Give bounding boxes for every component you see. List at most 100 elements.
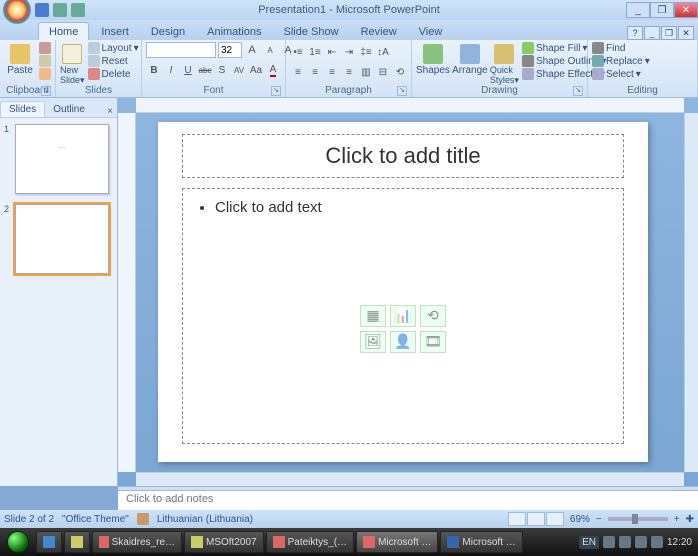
font-size-combo[interactable]: 32 [218,42,242,58]
tab-review[interactable]: Review [351,23,407,40]
vertical-scrollbar[interactable] [684,113,698,472]
shapes-button[interactable]: Shapes [416,42,450,76]
paragraph-launcher[interactable]: ↘ [397,86,407,96]
tab-design[interactable]: Design [141,23,195,40]
increase-indent-button[interactable]: ⇥ [341,44,357,60]
save-icon[interactable] [35,3,49,17]
horizontal-ruler[interactable] [136,98,684,113]
align-text-button[interactable]: ⊟ [375,64,391,80]
line-spacing-button[interactable]: ‡≡ [358,44,374,60]
tab-animations[interactable]: Animations [197,23,271,40]
spellcheck-icon[interactable] [137,513,149,525]
insert-clipart-icon[interactable]: 👤 [390,331,416,353]
taskbar-item[interactable]: Microsoft … [356,531,438,553]
strikethrough-button[interactable]: abc [197,62,213,78]
quick-styles-button[interactable]: QuickStyles▾ [490,42,519,85]
paste-button[interactable]: Paste [4,42,36,76]
grow-font-button[interactable]: A [244,42,260,58]
font-name-combo[interactable] [146,42,216,58]
tab-view[interactable]: View [409,23,453,40]
tab-slideshow[interactable]: Slide Show [274,23,349,40]
undo-icon[interactable] [53,3,67,17]
text-direction-button[interactable]: ↕A [375,44,391,60]
volume-icon[interactable] [651,536,663,548]
network-icon[interactable] [635,536,647,548]
zoom-out-button[interactable]: − [596,514,602,525]
align-left-button[interactable]: ≡ [290,64,306,80]
replace-button[interactable]: Replace▾ [592,55,650,67]
doc-restore-button[interactable]: ❐ [661,26,677,40]
redo-icon[interactable] [71,3,85,17]
font-launcher[interactable]: ↘ [271,86,281,96]
thumb-slide[interactable]: ···· [15,124,109,194]
decrease-indent-button[interactable]: ⇤ [324,44,340,60]
tray-icon[interactable] [619,536,631,548]
close-button[interactable]: ✕ [674,2,698,18]
fit-to-window-button[interactable]: ✚ [686,514,694,525]
change-case-button[interactable]: Aa [248,62,264,78]
format-painter-button[interactable] [39,68,51,80]
taskbar-item[interactable]: Skaidres_re… [92,531,182,553]
arrange-button[interactable]: Arrange [453,42,487,76]
insert-smartart-icon[interactable]: ⟲ [420,305,446,327]
doc-close-button[interactable]: ✕ [678,26,694,40]
copy-button[interactable] [39,55,51,67]
taskbar-item[interactable]: Pateiktys_(… [266,531,354,553]
thumbnail-1[interactable]: 1 ···· [4,124,113,194]
help-button[interactable]: ? [627,26,643,40]
font-color-button[interactable]: A [265,62,281,78]
select-button[interactable]: Select▾ [592,68,650,80]
zoom-level[interactable]: 69% [570,514,590,525]
minimize-button[interactable]: _ [626,2,650,18]
slide-canvas[interactable]: Click to add title Click to add text ▦ 📊… [158,122,648,462]
insert-table-icon[interactable]: ▦ [360,305,386,327]
zoom-in-button[interactable]: + [674,514,680,525]
underline-button[interactable]: U [180,62,196,78]
content-placeholder[interactable]: Click to add text ▦ 📊 ⟲ 🖼 👤 🎞 [182,188,624,444]
drawing-launcher[interactable]: ↘ [573,86,583,96]
thumbnail-2[interactable]: 2 [4,204,113,274]
title-placeholder[interactable]: Click to add title [182,134,624,178]
thumb-slide[interactable] [15,204,109,274]
language-indicator[interactable]: EN [579,536,599,549]
panel-close-button[interactable]: × [103,106,117,117]
justify-button[interactable]: ≡ [341,64,357,80]
insert-media-icon[interactable]: 🎞 [420,331,446,353]
clock[interactable]: 12:20 [667,537,692,548]
layout-button[interactable]: Layout▾ [88,42,139,54]
zoom-slider[interactable] [608,517,668,521]
italic-button[interactable]: I [163,62,179,78]
new-slide-button[interactable]: NewSlide▾ [60,42,85,85]
align-right-button[interactable]: ≡ [324,64,340,80]
insert-picture-icon[interactable]: 🖼 [360,331,386,353]
panel-tab-slides[interactable]: Slides [0,101,45,117]
maximize-button[interactable]: ❐ [650,2,674,18]
char-spacing-button[interactable]: AV [231,62,247,78]
shrink-font-button[interactable]: A [262,42,278,58]
delete-button[interactable]: Delete [88,68,139,80]
bold-button[interactable]: B [146,62,162,78]
insert-chart-icon[interactable]: 📊 [390,305,416,327]
cut-button[interactable] [39,42,51,54]
bullets-button[interactable]: •≡ [290,44,306,60]
quick-launch[interactable] [36,531,62,553]
shadow-button[interactable]: S [214,62,230,78]
tray-icon[interactable] [603,536,615,548]
taskbar-item[interactable]: MSOft2007 [184,531,264,553]
doc-minimize-button[interactable]: _ [644,26,660,40]
panel-tab-outline[interactable]: Outline [45,102,93,117]
start-button[interactable] [2,528,34,556]
find-button[interactable]: Find [592,42,650,54]
smartart-button[interactable]: ⟲ [392,64,408,80]
reset-button[interactable]: Reset [88,55,139,67]
taskbar-item[interactable]: Microsoft … [440,531,522,553]
horizontal-scrollbar[interactable] [136,472,684,486]
vertical-ruler[interactable] [118,113,136,472]
clipboard-launcher[interactable]: ↘ [41,86,51,96]
columns-button[interactable]: ▥ [358,64,374,80]
tab-insert[interactable]: Insert [91,23,139,40]
align-center-button[interactable]: ≡ [307,64,323,80]
status-language[interactable]: Lithuanian (Lithuania) [157,514,253,525]
office-button[interactable] [3,0,31,24]
notes-pane[interactable]: Click to add notes [118,490,698,510]
